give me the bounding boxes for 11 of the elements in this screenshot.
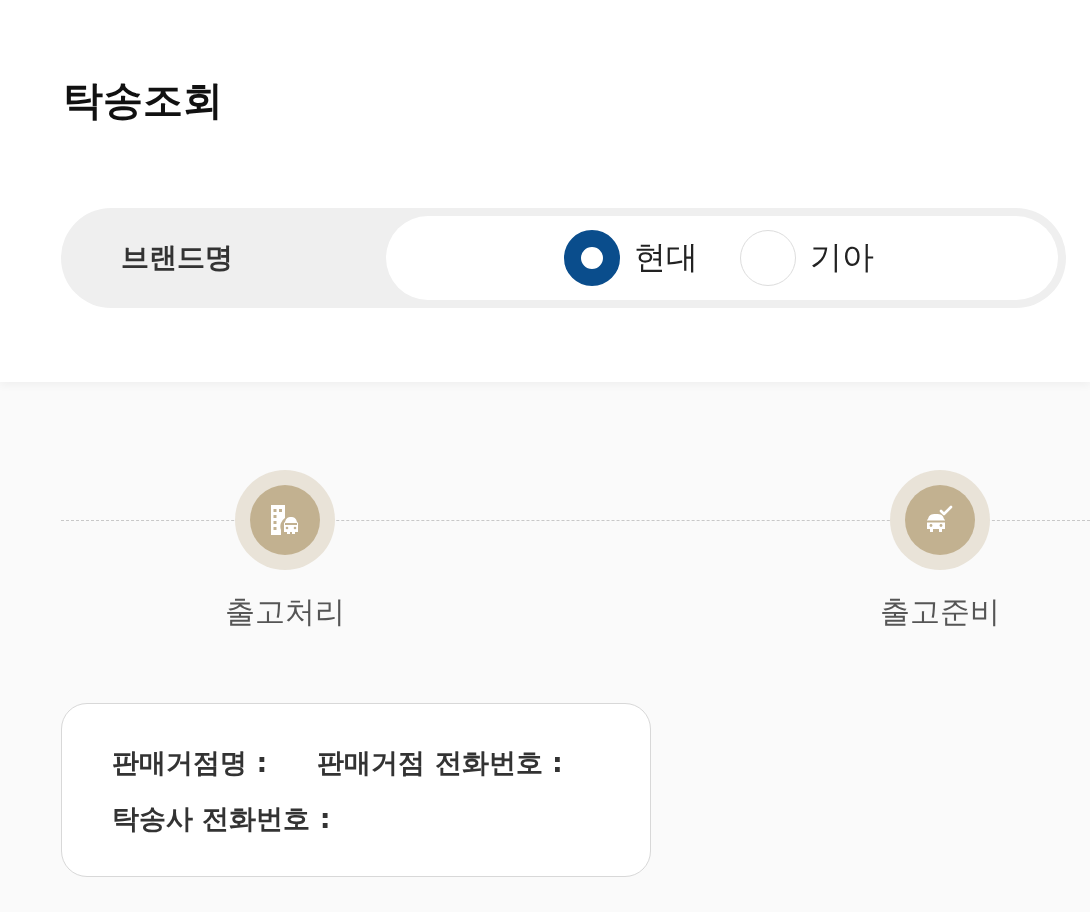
page-title: 탁송조회 (63, 76, 224, 125)
info-label: 탁송사 전화번호 : (112, 802, 331, 836)
step-label: 출고처리 (225, 593, 345, 631)
info-label: 판매거점명 : (112, 746, 268, 780)
radio-option[interactable]: 기아 (740, 230, 874, 286)
filter-label: 브랜드명 (120, 240, 234, 276)
radio-option[interactable]: 현대 (564, 230, 698, 286)
info-label: 판매거점 전화번호 : (317, 746, 563, 780)
step-label: 출고준비 (880, 593, 1000, 631)
radio-button[interactable] (564, 230, 620, 286)
building-car-icon (270, 503, 300, 537)
